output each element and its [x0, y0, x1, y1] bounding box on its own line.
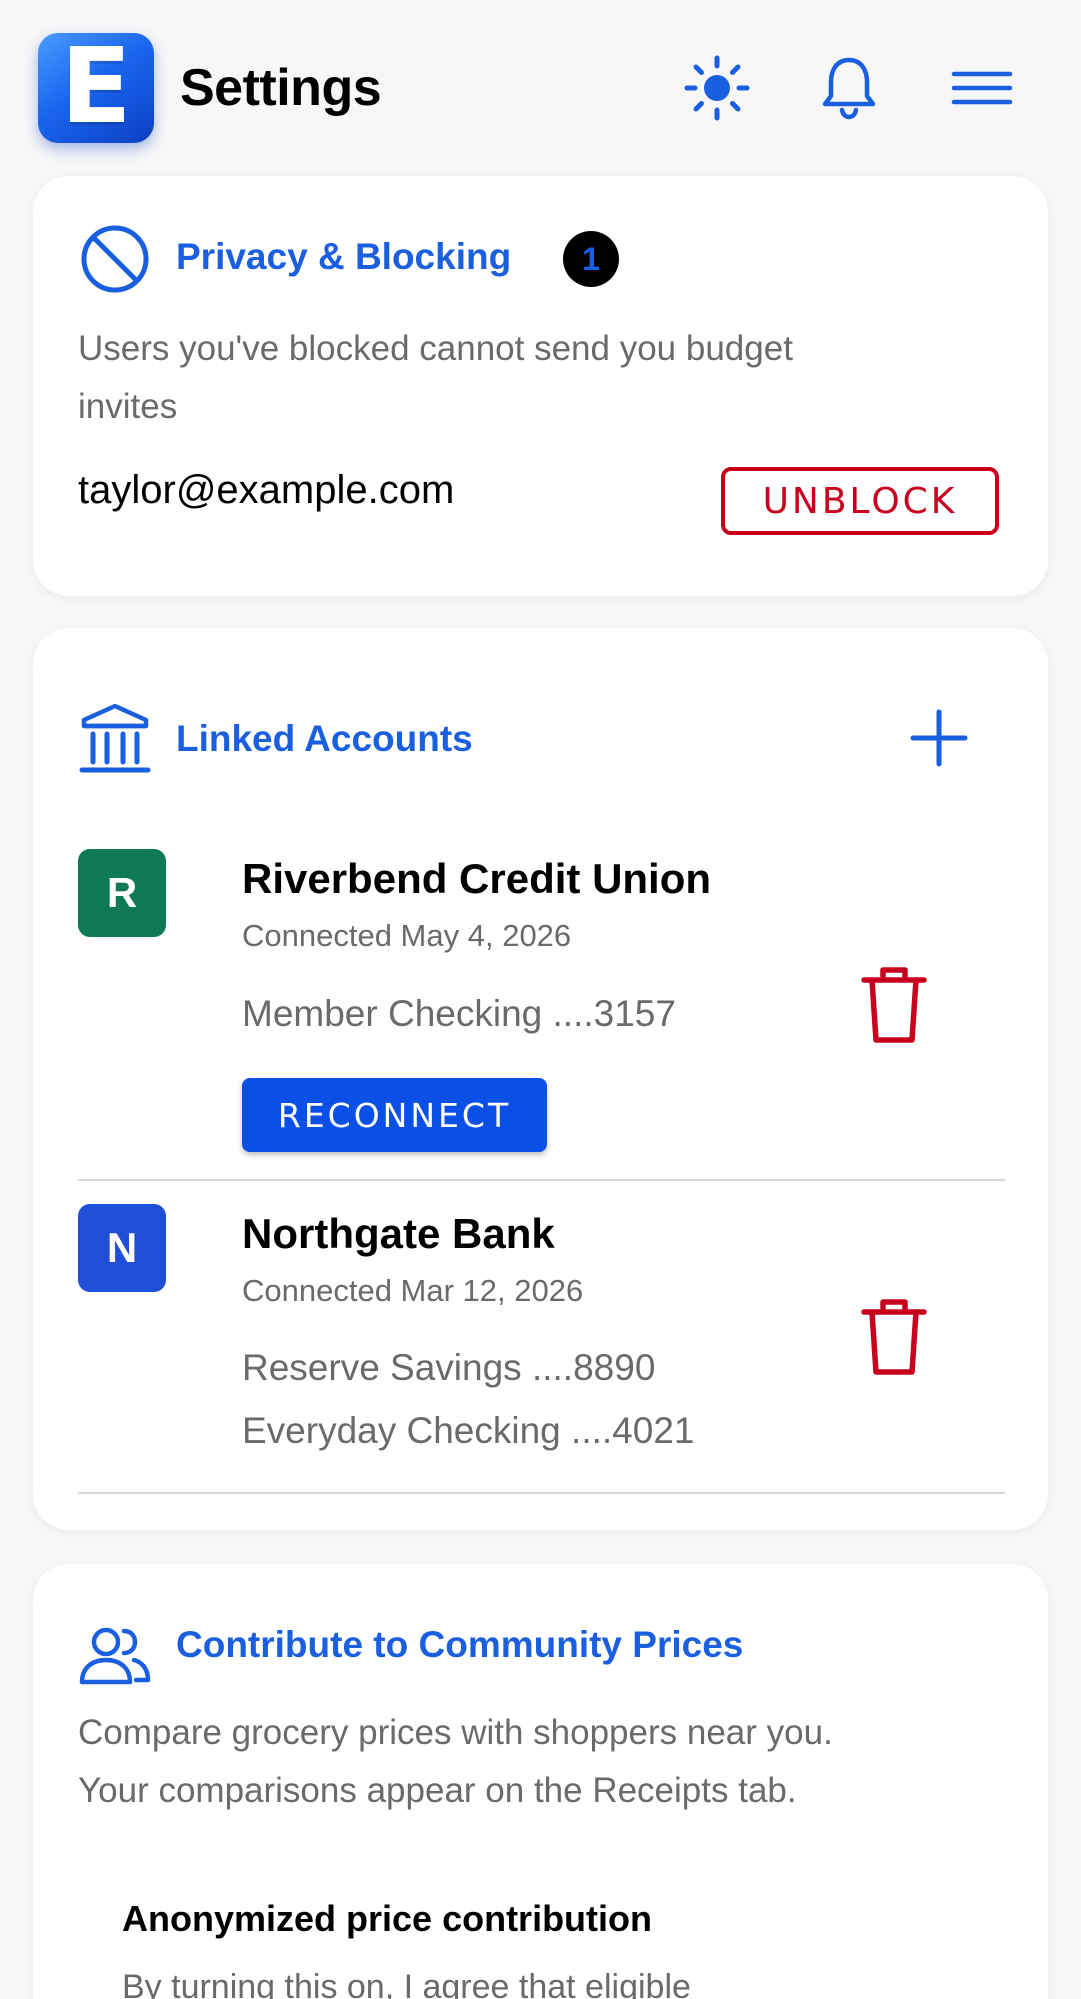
users-icon — [78, 1620, 152, 1694]
account-detail: Reserve Savings ....8890 — [242, 1347, 656, 1388]
community-title: Contribute to Community Prices — [176, 1624, 744, 1665]
logo-letter: E — [60, 25, 132, 147]
account-connected-date: Connected May 4, 2026 — [242, 918, 572, 953]
privacy-card: Privacy & Blocking 1 Users you've blocke… — [33, 176, 1048, 596]
blocked-user-email: taylor@example.com — [78, 468, 455, 512]
community-description-line2: Your comparisons appear on the Receipts … — [78, 1771, 797, 1810]
app-logo[interactable]: E — [38, 33, 154, 143]
settings-page: E Settings Privacy & Blocking 1 Users yo… — [0, 0, 1081, 1999]
unblock-button[interactable]: UNBLOCK — [721, 467, 999, 535]
account-avatar: N — [78, 1204, 166, 1292]
contribution-option-text: By turning this on, I agree that eligibl… — [122, 1968, 691, 1999]
linked-accounts-card: Linked Accounts R Riverbend Credit Union… — [33, 628, 1048, 1530]
menu-icon[interactable] — [946, 52, 1018, 124]
sun-icon[interactable] — [681, 52, 753, 124]
bell-icon[interactable] — [813, 52, 885, 124]
add-account-button[interactable] — [903, 702, 975, 774]
trash-icon[interactable] — [858, 1298, 930, 1378]
community-description-line1: Compare grocery prices with shoppers nea… — [78, 1713, 833, 1752]
trash-icon[interactable] — [858, 966, 930, 1046]
account-detail: Everyday Checking ....4021 — [242, 1410, 695, 1451]
blocked-count-badge: 1 — [563, 231, 619, 287]
account-detail: Member Checking ....3157 — [242, 993, 676, 1034]
account-avatar: R — [78, 849, 166, 937]
page-title: Settings — [180, 59, 382, 117]
account-divider — [78, 1179, 1005, 1181]
contribution-option-title: Anonymized price contribution — [122, 1898, 653, 1939]
bank-icon — [78, 702, 152, 776]
privacy-description-line1: Users you've blocked cannot send you bud… — [78, 329, 793, 368]
reconnect-button[interactable]: RECONNECT — [242, 1078, 547, 1152]
account-divider — [78, 1492, 1005, 1494]
account-name: Northgate Bank — [242, 1210, 555, 1257]
linked-accounts-title: Linked Accounts — [176, 718, 473, 759]
privacy-title: Privacy & Blocking — [176, 236, 512, 277]
privacy-description-line2: invites — [78, 387, 178, 426]
account-connected-date: Connected Mar 12, 2026 — [242, 1273, 584, 1308]
block-icon — [78, 222, 152, 296]
account-name: Riverbend Credit Union — [242, 855, 712, 902]
community-card: Contribute to Community Prices Compare g… — [33, 1564, 1048, 1999]
app-header: E Settings — [0, 0, 1081, 170]
